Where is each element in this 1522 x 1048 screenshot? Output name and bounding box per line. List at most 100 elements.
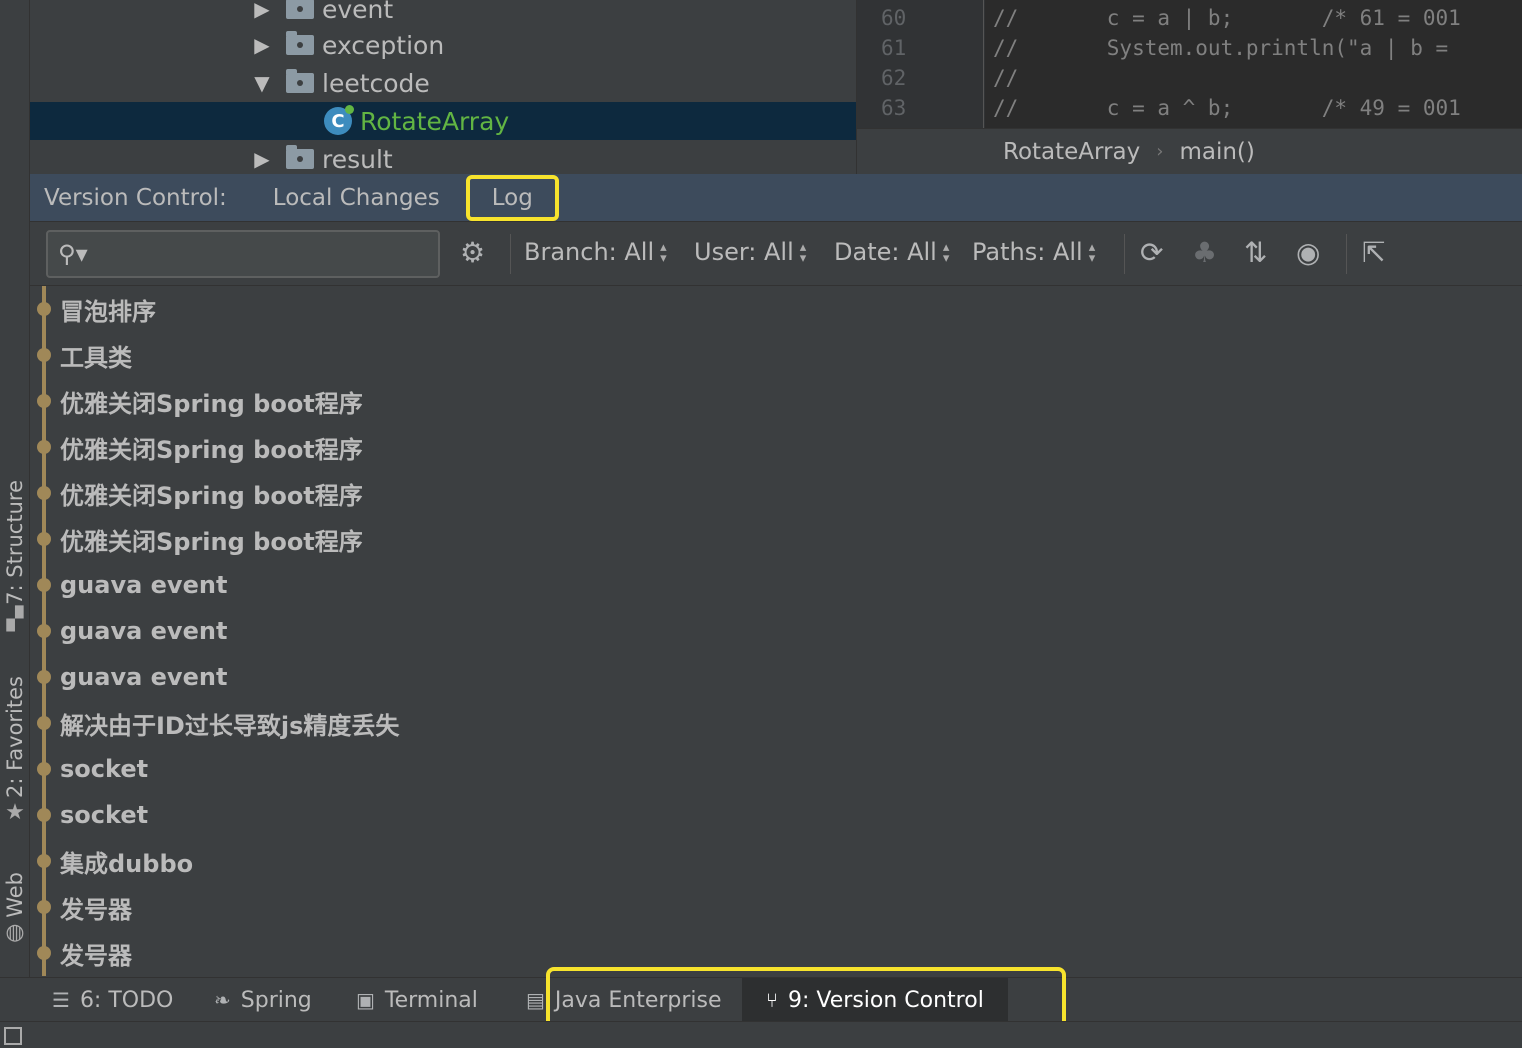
java-class-icon: C [324,105,354,135]
commit-row[interactable]: 优雅关闭Spring boot程序 [30,378,1522,424]
filter-label: Paths: All [972,238,1083,266]
eye-icon[interactable]: ◉ [1296,236,1320,270]
code-editor[interactable]: 60 61 62 63 // c = a | b; /* 61 = 001 //… [856,0,1522,174]
expand-arrow-icon[interactable]: ▶ [252,33,272,57]
commit-message: guava event [60,663,228,691]
commit-message: 冒泡排序 [60,297,156,326]
cherry-pick-icon: ♣ [1192,236,1218,269]
structure-icon: ▞ [6,606,24,632]
commit-row[interactable]: 发号器 [30,884,1522,930]
commit-message: 工具类 [60,343,132,372]
commit-row[interactable]: 工具类 [30,332,1522,378]
commit-dot [37,624,51,638]
version-control-header: Version Control: Local Changes Log [30,174,1522,222]
filter-label: Date: All [834,238,937,266]
tree-item-exception[interactable]: ▶ exception [30,26,856,64]
commit-dot [37,348,51,362]
tab-local-changes[interactable]: Local Changes [267,181,446,215]
paths-filter[interactable]: Paths: All ▴ ▾ [972,238,1095,266]
commit-row[interactable]: 冒泡排序 [30,286,1522,332]
tool-window-bar: ☰ 6: TODO ❧ Spring ▣ Terminal ▤ Java Ent… [0,977,1522,1022]
commit-row[interactable]: guava event [30,562,1522,608]
commit-row[interactable]: 解决由于ID过长导致js精度丢失 [30,700,1522,746]
line-number: 60 [881,6,907,30]
date-filter[interactable]: Date: All ▴ ▾ [834,238,949,266]
commit-message: 发号器 [60,941,132,970]
commit-row[interactable]: guava event [30,608,1522,654]
commit-row[interactable]: 集成dubbo [30,838,1522,884]
commit-dot [37,486,51,500]
tree-item-leetcode[interactable]: ▼ leetcode [30,64,856,102]
code-line[interactable]: // c = a | b; /* 61 = 001 [993,6,1461,30]
commit-dot [37,808,51,822]
breadcrumb-method[interactable]: main() [1179,139,1254,165]
folder-icon [286,69,314,93]
toolbar-separator [1124,234,1125,274]
expand-arrow-icon[interactable]: ▶ [252,147,272,171]
commit-row[interactable]: socket [30,746,1522,792]
commit-row[interactable]: 优雅关闭Spring boot程序 [30,470,1522,516]
spring-tab[interactable]: ❧ Spring [214,978,312,1022]
java-enterprise-tab[interactable]: ▤ Java Enterprise [526,978,722,1022]
sort-arrows-icon[interactable]: ⇅ [1244,236,1267,270]
commit-dot [37,762,51,776]
side-tab-label: 7: Structure [3,480,27,605]
user-filter[interactable]: User: All ▴ ▾ [694,238,806,266]
commit-dot [37,900,51,914]
refresh-icon[interactable]: ⟳ [1140,236,1163,270]
commit-message: 解决由于ID过长导致js精度丢失 [60,711,400,740]
code-line[interactable]: // c = a ^ b; /* 49 = 001 [993,96,1461,120]
line-number: 63 [881,96,907,120]
tree-item-event[interactable]: ▶ event [30,0,856,28]
folder-icon [286,0,314,19]
breadcrumb: RotateArray › main() [857,128,1522,174]
commit-dot [37,946,51,960]
line-number-gutter: 60 61 62 63 [857,0,985,128]
left-tool-strip: 7: Structure ▞ 2: Favorites ★ Web ◍ [0,0,30,977]
tab-label: Java Enterprise [554,987,722,1013]
tab-label: 6: TODO [79,987,174,1013]
log-toolbar: ⚲▾ ⚙ Branch: All ▴ ▾ User: All ▴ ▾ Date: All… [30,222,1522,286]
expand-arrow-icon[interactable]: ▶ [252,0,272,21]
search-input[interactable] [87,234,438,274]
todo-tab[interactable]: ☰ 6: TODO [52,978,173,1022]
side-tab-web[interactable]: Web ◍ [0,872,30,944]
open-external-icon[interactable]: ⇱ [1362,236,1385,270]
tree-item-rotatearray[interactable]: C RotateArray [30,102,856,140]
spring-leaf-icon: ❧ [214,988,231,1012]
tree-item-result[interactable]: ▶ result [30,140,856,174]
commit-dot [37,578,51,592]
commit-row[interactable]: 发号器 [30,930,1522,976]
code-line[interactable]: // System.out.println("a | b = [993,36,1461,60]
version-control-tab[interactable]: ⑂ 9: Version Control [742,978,1008,1022]
folder-icon [286,31,314,55]
updown-arrow-icon: ▴ ▾ [1088,240,1096,266]
breadcrumb-class[interactable]: RotateArray [1003,139,1140,165]
chevron-right-icon: › [1156,141,1164,162]
search-box[interactable]: ⚲▾ [46,230,440,278]
window-toggle-icon[interactable] [4,1027,22,1045]
line-number: 62 [881,66,907,90]
search-icon[interactable]: ⚲▾ [58,240,88,268]
commit-dot [37,532,51,546]
side-tab-structure[interactable]: 7: Structure ▞ [0,480,30,631]
side-tab-favorites[interactable]: 2: Favorites ★ [0,676,30,824]
collapse-arrow-icon[interactable]: ▼ [252,71,272,95]
commit-row[interactable]: guava event [30,654,1522,700]
tree-item-label: event [322,0,394,24]
commit-row[interactable]: 优雅关闭Spring boot程序 [30,424,1522,470]
commit-row[interactable]: 优雅关闭Spring boot程序 [30,516,1522,562]
commit-row[interactable]: socket [30,792,1522,838]
commit-message: guava event [60,617,228,645]
tab-log[interactable]: Log [465,174,559,221]
line-number: 61 [881,36,907,60]
commit-message: 优雅关闭Spring boot程序 [60,435,363,464]
tree-item-label: result [322,144,393,174]
terminal-tab[interactable]: ▣ Terminal [356,978,478,1022]
tree-item-label: RotateArray [360,106,510,136]
filter-label: User: All [694,238,794,266]
commit-message: socket [60,801,149,829]
code-line[interactable]: // [993,66,1018,90]
branch-filter[interactable]: Branch: All ▴ ▾ [524,238,667,266]
gear-icon[interactable]: ⚙ [460,236,485,270]
